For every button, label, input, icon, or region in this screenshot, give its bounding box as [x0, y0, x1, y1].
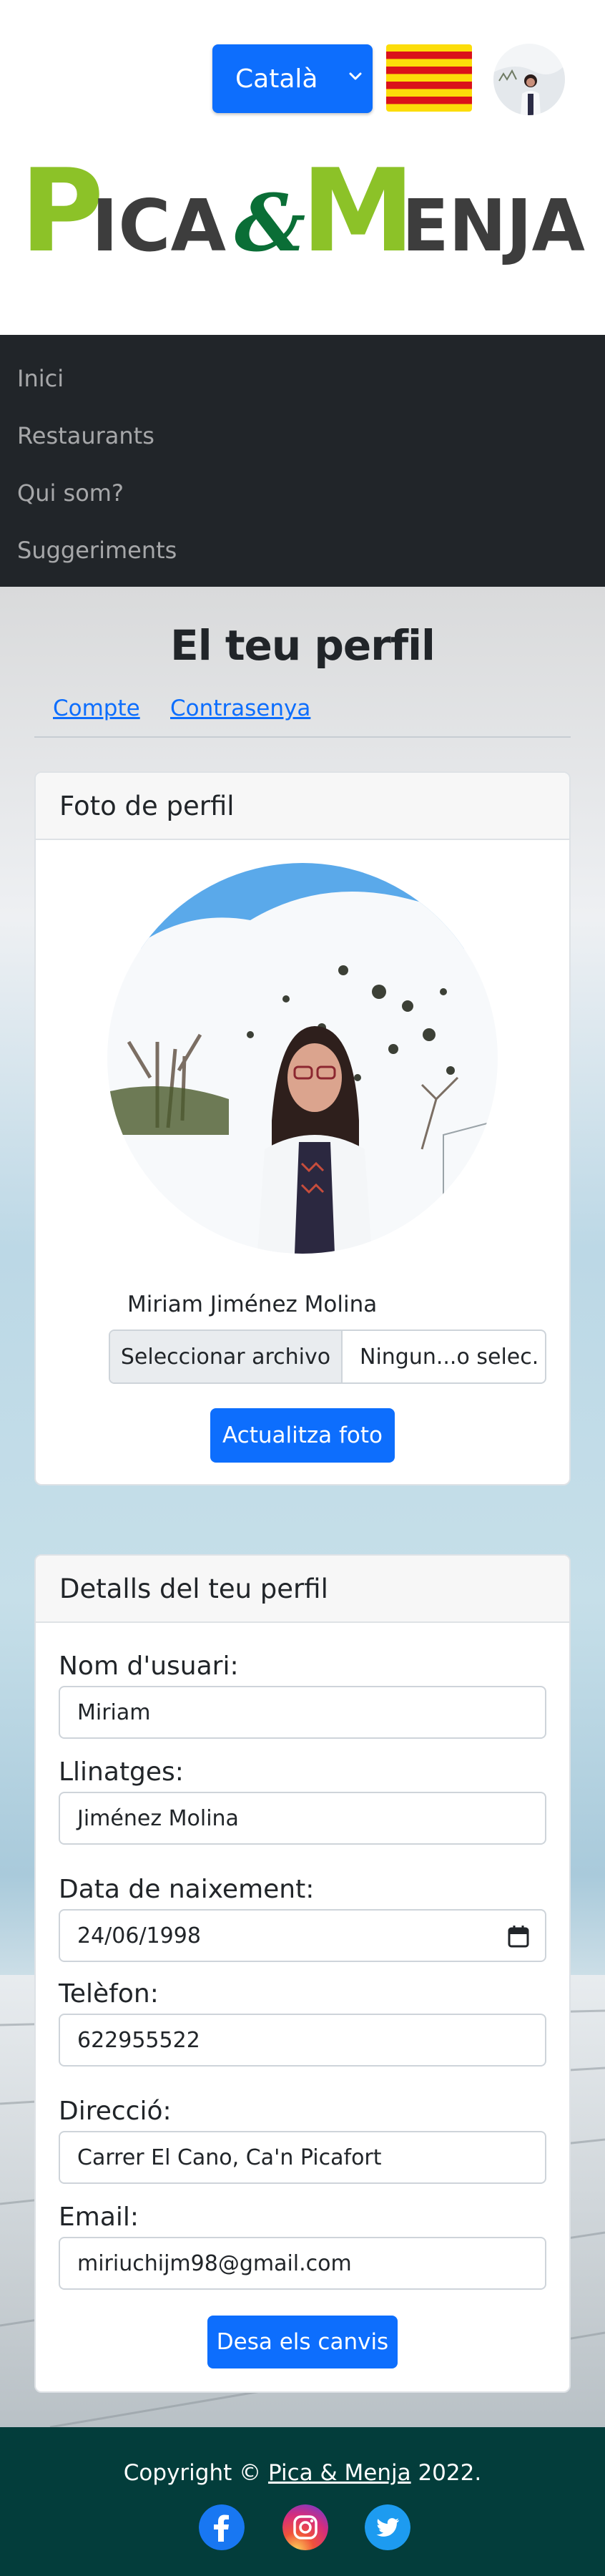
footer-brand-link[interactable]: Pica & Menja: [268, 2460, 411, 2486]
site-header: Català P ICA & M ENJA: [0, 0, 605, 335]
profile-photo-file-input[interactable]: Seleccionar archivo Ningun...o selec.: [109, 1330, 546, 1384]
details-card-header: Detalls del teu perfil: [36, 1556, 569, 1623]
calendar-icon[interactable]: [508, 1925, 529, 1948]
username-field[interactable]: Miriam: [59, 1686, 546, 1739]
svg-text:ICA: ICA: [92, 184, 226, 265]
tab-contrasenya[interactable]: Contrasenya: [170, 696, 310, 721]
copyright-year: 2022.: [410, 2460, 482, 2486]
phone-label: Telèfon:: [59, 1979, 159, 2009]
tab-compte[interactable]: Compte: [53, 696, 140, 721]
site-logo[interactable]: P ICA & M ENJA: [20, 143, 585, 265]
svg-text:ENJA: ENJA: [402, 184, 585, 265]
email-label: Email:: [59, 2202, 139, 2232]
chevron-down-icon: [349, 72, 362, 80]
birthdate-label: Data de naixement:: [59, 1875, 315, 1904]
email-field[interactable]: miriuchijm98@gmail.com: [59, 2237, 546, 2290]
profile-photo: [107, 863, 498, 1254]
catalan-flag-icon[interactable]: [386, 44, 472, 112]
facebook-icon[interactable]: [199, 2504, 245, 2550]
address-field[interactable]: Carrer El Cano, Ca'n Picafort: [59, 2131, 546, 2184]
site-footer: [0, 2427, 605, 2576]
file-status: Ningun...o selec.: [360, 1344, 539, 1370]
address-label: Direcció:: [59, 2097, 172, 2126]
twitter-icon[interactable]: [365, 2504, 410, 2550]
copyright: Copyright © Pica & Menja 2022.: [0, 2460, 605, 2486]
birthdate-field[interactable]: 24/06/1998: [59, 1909, 546, 1962]
nav-item-suggeriments[interactable]: Suggeriments: [17, 537, 177, 564]
birthdate-value: 24/06/1998: [77, 1923, 201, 1948]
instagram-icon[interactable]: [282, 2504, 328, 2550]
nav-item-restaurants[interactable]: Restaurants: [17, 422, 154, 449]
copyright-prefix: Copyright ©: [123, 2460, 268, 2486]
nav-item-qui-som[interactable]: Qui som?: [17, 479, 124, 507]
save-changes-button[interactable]: Desa els canvis: [207, 2316, 398, 2368]
choose-file-button[interactable]: Seleccionar archivo: [110, 1331, 343, 1382]
page-title: El teu perfil: [170, 621, 436, 670]
surname-label: Llinatges:: [59, 1757, 184, 1787]
language-select[interactable]: Català: [212, 44, 373, 113]
photo-owner-name: Miriam Jiménez Molina: [127, 1292, 378, 1317]
svg-text:M: M: [301, 144, 415, 265]
username-label: Nom d'usuari:: [59, 1652, 239, 1681]
language-select-value: Català: [235, 64, 318, 94]
svg-text:&: &: [235, 177, 305, 265]
user-avatar[interactable]: [493, 44, 565, 115]
main-nav: Inici Restaurants Qui som? Suggeriments: [0, 335, 605, 587]
nav-item-inici[interactable]: Inici: [17, 365, 64, 392]
phone-field[interactable]: 622955522: [59, 2014, 546, 2067]
photo-card-header: Foto de perfil: [36, 773, 569, 840]
update-photo-button[interactable]: Actualitza foto: [210, 1408, 395, 1463]
surname-field[interactable]: Jiménez Molina: [59, 1792, 546, 1845]
tabs-divider: [34, 736, 571, 738]
